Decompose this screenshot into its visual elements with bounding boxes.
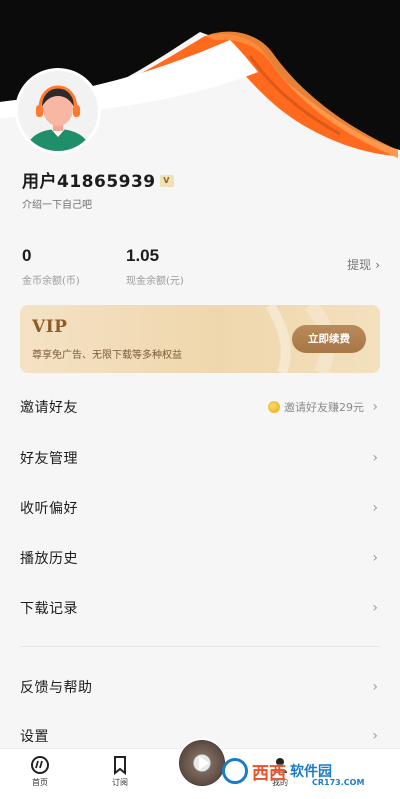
cash-balance-value: 1.05	[126, 246, 160, 265]
menu-item-label: 下载记录	[20, 601, 78, 617]
coin-balance-value: 0	[22, 246, 32, 265]
menu-item-label: 好友管理	[20, 451, 78, 467]
site-watermark: 西西 软件园 CR173.COM	[222, 756, 382, 787]
menu-item-friend-management[interactable]: 好友管理 ›	[0, 436, 400, 480]
renew-vip-button[interactable]: 立即续费	[292, 325, 366, 353]
chevron-right-icon: ›	[372, 500, 378, 516]
avatar[interactable]	[18, 71, 98, 151]
withdraw-label: 提现	[347, 258, 372, 272]
menu-item-label: 邀请好友	[20, 400, 78, 416]
coin-icon	[268, 401, 280, 413]
watermark-site: CR173.COM	[312, 778, 365, 787]
cash-balance-label: 现金余额(元)	[126, 276, 184, 287]
now-playing-disc-button[interactable]	[179, 740, 225, 786]
chevron-right-icon: ›	[372, 728, 378, 744]
menu-divider	[20, 646, 380, 647]
menu-item-label: 收听偏好	[20, 501, 78, 517]
tab-home[interactable]: 首页	[10, 749, 70, 799]
tab-label: 首页	[32, 778, 48, 787]
withdraw-button[interactable]: 提现 ›	[347, 256, 380, 273]
menu-item-downloads[interactable]: 下载记录 ›	[0, 586, 400, 630]
invite-reward-text: 邀请好友赚29元	[268, 399, 364, 415]
menu-item-feedback-help[interactable]: 反馈与帮助 ›	[0, 665, 400, 709]
watermark-text: 西西	[252, 763, 286, 784]
chevron-right-icon: ›	[372, 399, 378, 415]
chevron-right-icon: ›	[372, 679, 378, 695]
cash-balance-stat[interactable]: 1.05 现金余额(元)	[126, 246, 184, 287]
chevron-right-icon: ›	[372, 550, 378, 566]
bookmark-icon	[114, 756, 126, 775]
bio-text[interactable]: 介绍一下自己吧	[22, 196, 92, 211]
chevron-right-icon: ›	[372, 600, 378, 616]
vip-description: 尊享免广告、无限下载等多种权益	[32, 350, 182, 361]
vip-title: VIP	[32, 317, 68, 337]
chevron-right-icon: ›	[375, 258, 380, 272]
home-icon	[31, 756, 49, 774]
username[interactable]: 用户41865939 V	[22, 167, 174, 192]
menu-item-listening-preferences[interactable]: 收听偏好 ›	[0, 486, 400, 530]
vip-level-badge: V	[159, 175, 174, 187]
coin-balance-stat[interactable]: 0 金币余额(币)	[22, 246, 80, 287]
tab-label: 订阅	[112, 778, 128, 787]
menu-item-label: 设置	[20, 729, 49, 745]
watermark-logo-icon	[222, 758, 248, 784]
vip-card[interactable]: VIP 尊享免广告、无限下载等多种权益 立即续费	[20, 305, 380, 373]
menu-item-invite-friends[interactable]: 邀请好友 邀请好友赚29元 ›	[0, 385, 400, 429]
username-text: 用户41865939	[22, 172, 156, 192]
tab-subscriptions[interactable]: 订阅	[90, 749, 150, 799]
avatar-illustration	[18, 71, 98, 151]
menu-item-label: 反馈与帮助	[20, 680, 93, 696]
menu-item-label: 播放历史	[20, 551, 78, 567]
play-icon	[199, 756, 209, 770]
menu-item-play-history[interactable]: 播放历史 ›	[0, 536, 400, 580]
coin-balance-label: 金币余额(币)	[22, 276, 80, 287]
chevron-right-icon: ›	[372, 450, 378, 466]
